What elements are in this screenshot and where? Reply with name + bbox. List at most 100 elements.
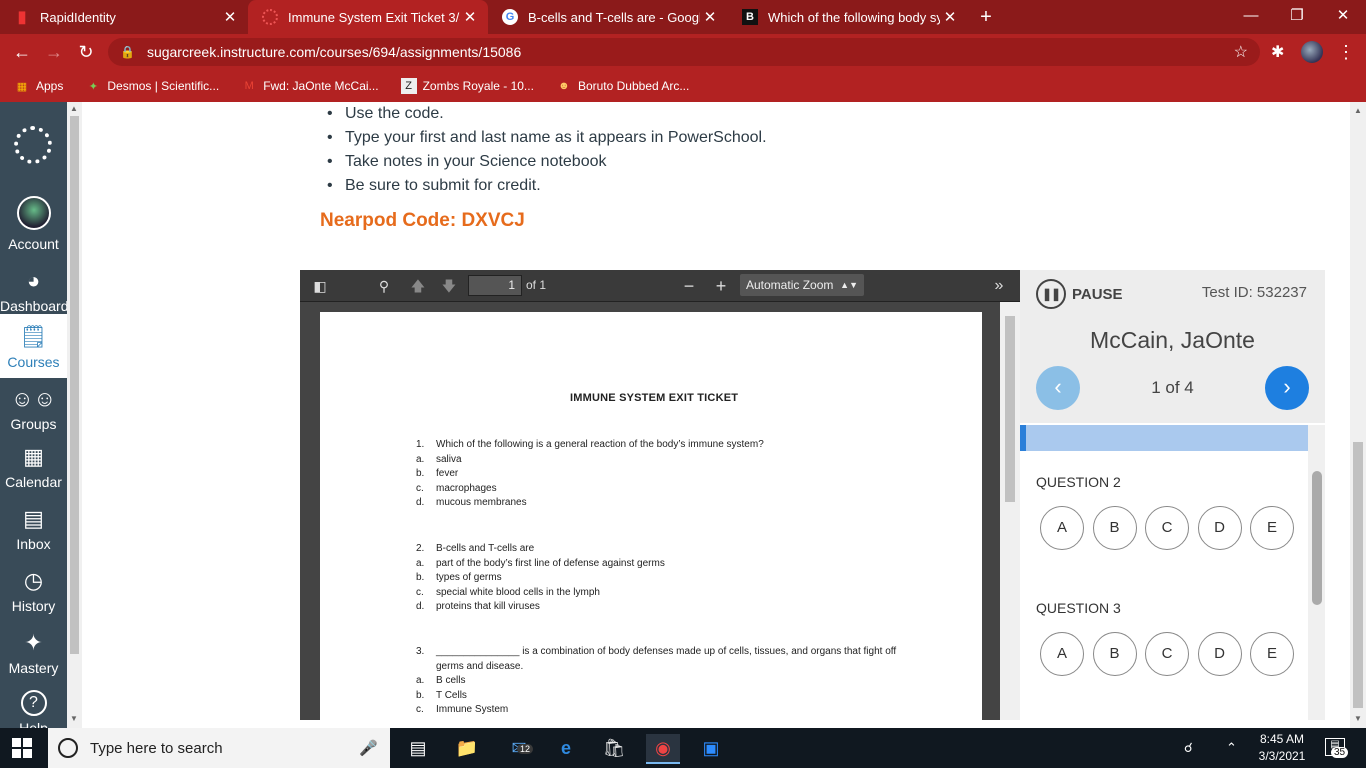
bookmark-zombs[interactable]: Z Zombs Royale - 10... [400,78,534,94]
mail-badge: 12 [517,744,534,754]
choice-c-button[interactable]: C [1145,506,1189,550]
scrollbar-thumb[interactable] [70,116,79,654]
sidebar-toggle-icon[interactable]: ◧ [309,276,331,296]
choice-a-button[interactable]: A [1040,506,1084,550]
question-number: 3. [416,646,425,657]
close-tab-icon[interactable]: ✕ [940,8,960,26]
nav-groups[interactable]: ☺☺ Groups [0,386,67,432]
restore-button[interactable]: ❐ [1274,0,1320,34]
file-explorer-icon[interactable]: 📁 [450,734,484,764]
inbox-icon: ▤ [23,506,44,531]
bookmark-desmos[interactable]: ✦ Desmos | Scientific... [85,78,219,94]
assignment-content: Use the code. Type your first and last n… [82,102,1350,728]
scroll-up-arrow-icon[interactable]: ▲ [1354,106,1362,115]
back-arrow-icon[interactable]: ← [10,41,34,63]
previous-page-icon[interactable]: 🡅 [407,276,429,296]
extensions-puzzle-icon[interactable]: ✱ [1271,42,1284,62]
help-icon: ? [20,690,47,716]
close-tab-icon[interactable]: ✕ [460,8,480,26]
scroll-down-arrow-icon[interactable]: ▼ [70,714,78,723]
history-icon: ◷ [23,568,44,593]
new-tab-button[interactable]: + [975,6,997,29]
test-id: Test ID: 532237 [1201,284,1307,301]
question-2-label: QUESTION 2 [1036,474,1121,490]
nav-help[interactable]: ? Help [0,690,67,728]
close-tab-icon[interactable]: ✕ [220,8,240,26]
tab-immune-system-exit-ticket[interactable]: Immune System Exit Ticket 3/3 ✕ [248,0,488,34]
url-text: sugarcreek.instructure.com/courses/694/a… [146,44,522,60]
scrollbar-thumb[interactable] [1353,442,1363,708]
student-name: McCain, JaOnte [1090,327,1255,353]
system-clock[interactable]: 8:45 AM 3/3/2021 [1248,731,1316,765]
people-icon[interactable]: ☌ [1184,740,1193,756]
pause-button[interactable]: ❚❚ PAUSE [1036,279,1123,309]
bookmark-gmail[interactable]: M Fwd: JaOnte McCai... [241,78,379,94]
nav-courses[interactable]: 🗒 Courses [0,314,67,378]
choice-b-button[interactable]: B [1092,506,1137,550]
taskbar-search-box[interactable]: Type here to search 🎤 [48,728,390,768]
zoom-select[interactable]: Automatic Zoom ▲▼ [740,274,864,296]
choice-b-button[interactable]: B [1092,632,1137,676]
store-icon[interactable]: 🛍 [597,734,631,764]
scrollbar-thumb[interactable] [1005,316,1015,502]
next-page-icon[interactable]: 🡇 [438,276,460,296]
close-tab-icon[interactable]: ✕ [700,8,720,26]
close-window-button[interactable]: ✕ [1320,0,1366,34]
tab-brainly[interactable]: B Which of the following body syst ✕ [728,0,968,34]
nav-calendar[interactable]: ▦ Calendar [0,444,67,490]
zoom-icon[interactable]: ▣ [694,734,728,764]
nav-account[interactable]: Account [0,196,67,252]
scroll-up-arrow-icon[interactable]: ▲ [70,104,78,113]
chevron-up-icon[interactable]: ⌃ [1226,740,1237,756]
question-text: B-cells and T-cells are [436,543,535,554]
tab-google-search[interactable]: G B-cells and T-cells are - Google S ✕ [488,0,728,34]
choice-d-button[interactable]: D [1197,506,1242,550]
choice-e-button[interactable]: E [1250,506,1294,550]
question-2: 2. B-cells and T-cells are a. part of the … [416,542,906,615]
scrollbar-thumb[interactable] [1312,471,1322,605]
pause-icon: ❚❚ [1036,279,1066,309]
address-bar[interactable]: 🔒 sugarcreek.instructure.com/courses/694… [108,38,1260,66]
scroll-down-arrow-icon[interactable]: ▼ [1354,714,1362,723]
bookmark-star-icon[interactable]: ☆ [1234,42,1248,62]
edge-icon[interactable]: e [549,734,583,764]
canvas-logo[interactable] [14,126,52,164]
profile-avatar[interactable] [1301,41,1323,63]
reload-icon[interactable]: ↻ [74,41,98,63]
option-text: part of the body’s first line of defense… [436,557,665,569]
nav-mastery[interactable]: ✦ Mastery [0,630,67,676]
choice-c-button[interactable]: C [1145,632,1189,676]
zoom-out-icon[interactable]: − [678,276,700,296]
task-view-icon[interactable]: ▤ [401,734,435,764]
question-number: 2. [416,543,425,554]
tab-rapididentity[interactable]: ▮ RapidIdentity ✕ [0,0,248,34]
bookmark-apps[interactable]: ▦ Apps [14,78,64,94]
windows-start-icon[interactable] [12,738,32,758]
choice-e-button[interactable]: E [1250,632,1294,676]
choice-d-button[interactable]: D [1197,632,1242,676]
page-scrollbar[interactable]: ▲ ▼ [1350,102,1366,728]
choice-a-button[interactable]: A [1040,632,1084,676]
nav-inbox[interactable]: ▤ Inbox [0,506,67,552]
question-2-choices: A B C D E [1040,506,1303,550]
groups-icon: ☺☺ [11,386,56,411]
nav-history[interactable]: ◷ History [0,568,67,614]
pdf-viewer: ◧ ⚲ 🡅 🡇 1 of 1 − + Automatic Zoom ▲▼ » I… [300,270,1020,728]
chrome-icon[interactable]: ◉ [646,734,680,764]
minimize-button[interactable]: — [1228,0,1274,34]
clock-time: 8:45 AM [1259,732,1305,746]
nav-scrollbar[interactable]: ▲ ▼ [67,102,82,728]
document-title: IMMUNE SYSTEM EXIT TICKET [570,392,739,404]
page-number-input[interactable]: 1 [468,275,522,296]
microphone-icon[interactable]: 🎤 [359,739,378,757]
nav-dashboard[interactable]: ◕ Dashboard [0,268,69,314]
next-page-button[interactable]: › [1265,366,1309,410]
chrome-menu-icon[interactable]: ⋮ [1337,40,1355,64]
tools-double-chevron-icon[interactable]: » [988,276,1010,296]
zoom-in-icon[interactable]: + [710,276,732,296]
bookmark-boruto[interactable]: ☻ Boruto Dubbed Arc... [556,78,689,94]
pdf-scrollbar[interactable] [1000,302,1020,720]
search-icon[interactable]: ⚲ [373,276,395,296]
forward-arrow-icon[interactable]: → [42,41,66,63]
panel-scrollbar[interactable] [1308,425,1325,720]
